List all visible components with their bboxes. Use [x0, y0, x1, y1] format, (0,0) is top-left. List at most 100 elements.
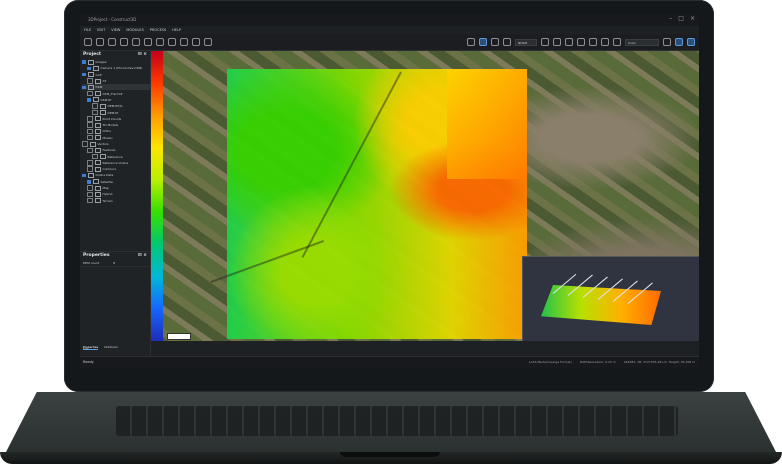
grid-icon[interactable] [168, 38, 176, 46]
status-format: LAS3 Medium(Large Format) [528, 360, 572, 364]
panel-controls-icon[interactable]: ⊡ × [138, 252, 147, 260]
visibility-checkbox[interactable] [87, 128, 93, 135]
visibility-checkbox[interactable] [87, 134, 93, 141]
visibility-checkbox[interactable] [92, 103, 98, 109]
help-icon[interactable] [192, 38, 200, 46]
tree-item-label: Vectors [97, 142, 109, 146]
log-label: Log [83, 346, 89, 350]
home-icon[interactable] [491, 38, 499, 46]
visibility-checkbox[interactable] [87, 191, 93, 198]
pin-icon[interactable] [577, 38, 585, 46]
export-icon[interactable] [180, 38, 188, 46]
lid-notch [340, 452, 440, 457]
keyboard [116, 406, 678, 436]
settings-icon[interactable] [565, 38, 573, 46]
main-toolbar: NDSM Color [80, 34, 699, 51]
visibility-checkbox[interactable] [87, 185, 93, 191]
view-mode-select[interactable]: NDSM [515, 38, 537, 46]
tree-item-label: Contours [102, 167, 117, 172]
cloud-icon[interactable] [132, 38, 140, 46]
layer-icon [92, 65, 99, 71]
menu-modules[interactable]: MODULES [126, 26, 143, 34]
visibility-checkbox[interactable] [82, 173, 86, 178]
project-panel-title: Project [83, 52, 102, 57]
open-folder-icon[interactable] [96, 38, 104, 46]
project-panel-header: Project ⊡ × [80, 51, 150, 59]
close-icon[interactable]: × [690, 16, 695, 22]
layer-icon [94, 116, 101, 122]
visibility-checkbox[interactable] [87, 116, 93, 122]
warning-icon[interactable] [156, 38, 164, 46]
fullscreen-icon[interactable] [675, 38, 683, 46]
layer-icon [94, 147, 101, 153]
visibility-checkbox[interactable] [82, 141, 88, 147]
maximize-icon[interactable]: □ [678, 16, 684, 22]
visibility-checkbox[interactable] [87, 78, 93, 84]
toolbar-right: NDSM Color [467, 38, 695, 46]
visibility-checkbox[interactable] [87, 197, 93, 204]
new-project-icon[interactable] [84, 38, 92, 46]
panel-controls-icon[interactable]: ⊡ × [138, 51, 147, 59]
map-viewport[interactable] [151, 51, 699, 341]
menu-process[interactable]: PROCESS [150, 26, 166, 34]
layer-icon [94, 135, 101, 141]
menu-edit[interactable]: EDIT [97, 26, 105, 34]
minimize-icon[interactable]: – [669, 16, 672, 22]
visibility-checkbox[interactable] [92, 153, 98, 160]
visibility-checkbox[interactable] [87, 147, 93, 154]
layer-icon [94, 198, 101, 204]
gear-icon[interactable] [663, 38, 671, 46]
3d-preview-inset[interactable] [522, 256, 699, 341]
measure-icon[interactable] [467, 38, 475, 46]
tree-item-label: Point Clouds [102, 116, 122, 121]
visibility-checkbox[interactable] [87, 180, 91, 184]
tree-item-label: Map [102, 186, 109, 191]
layer-icon [94, 160, 101, 166]
visibility-checkbox[interactable] [82, 60, 86, 64]
zoom-icon[interactable] [503, 38, 511, 46]
property-value[interactable]: 8 [113, 260, 115, 266]
tree-item-label: DSM_Third.tif [102, 91, 123, 96]
visibility-checkbox[interactable] [92, 109, 98, 116]
color-mode-select[interactable]: Color [625, 38, 659, 46]
tree-item[interactable]: Terrain [82, 197, 150, 204]
layer-icon [94, 185, 101, 191]
layer-icon [94, 166, 101, 172]
visibility-checkbox[interactable] [82, 72, 86, 77]
layer-icon [87, 59, 94, 65]
visibility-checkbox[interactable] [87, 160, 93, 166]
layer-icon [87, 172, 94, 178]
menu-view[interactable]: VIEW [111, 26, 120, 34]
tree-item-label: DPM.tif [107, 110, 119, 115]
tree-item-label: DSM [95, 85, 103, 90]
select-icon[interactable] [479, 38, 487, 46]
import-icon[interactable] [120, 38, 128, 46]
save-icon[interactable] [108, 38, 116, 46]
visibility-checkbox[interactable] [82, 85, 86, 90]
menu-file[interactable]: FILE [84, 26, 91, 34]
tree-item-label: AT [102, 79, 107, 84]
layer-icon [92, 97, 99, 103]
target-icon[interactable] [601, 38, 609, 46]
search-icon[interactable] [553, 38, 561, 46]
menu-help[interactable]: HELP [172, 26, 181, 34]
visibility-checkbox[interactable] [87, 98, 91, 102]
layers-icon[interactable] [144, 38, 152, 46]
log-panel[interactable]: Log [80, 341, 153, 355]
visibility-checkbox[interactable] [87, 66, 91, 71]
expand-icon[interactable] [687, 38, 695, 46]
visibility-checkbox[interactable] [87, 90, 93, 97]
crosshair-icon[interactable] [589, 38, 597, 46]
visibility-checkbox[interactable] [87, 166, 93, 172]
tree-item-label: 3D Models [102, 123, 119, 128]
layer-icon [99, 103, 106, 109]
terrain-icon[interactable] [541, 38, 549, 46]
layer-icon [87, 84, 94, 90]
palette-icon[interactable] [613, 38, 621, 46]
status-info: LAS3 Medium(Large Format) DSM Resolution… [529, 360, 695, 364]
tree-item-label: Hybrid [102, 192, 113, 197]
visibility-checkbox[interactable] [87, 122, 93, 128]
window-title: 3DProject - Construct3D [88, 17, 137, 22]
info-icon[interactable] [204, 38, 212, 46]
layer-icon [94, 128, 101, 134]
